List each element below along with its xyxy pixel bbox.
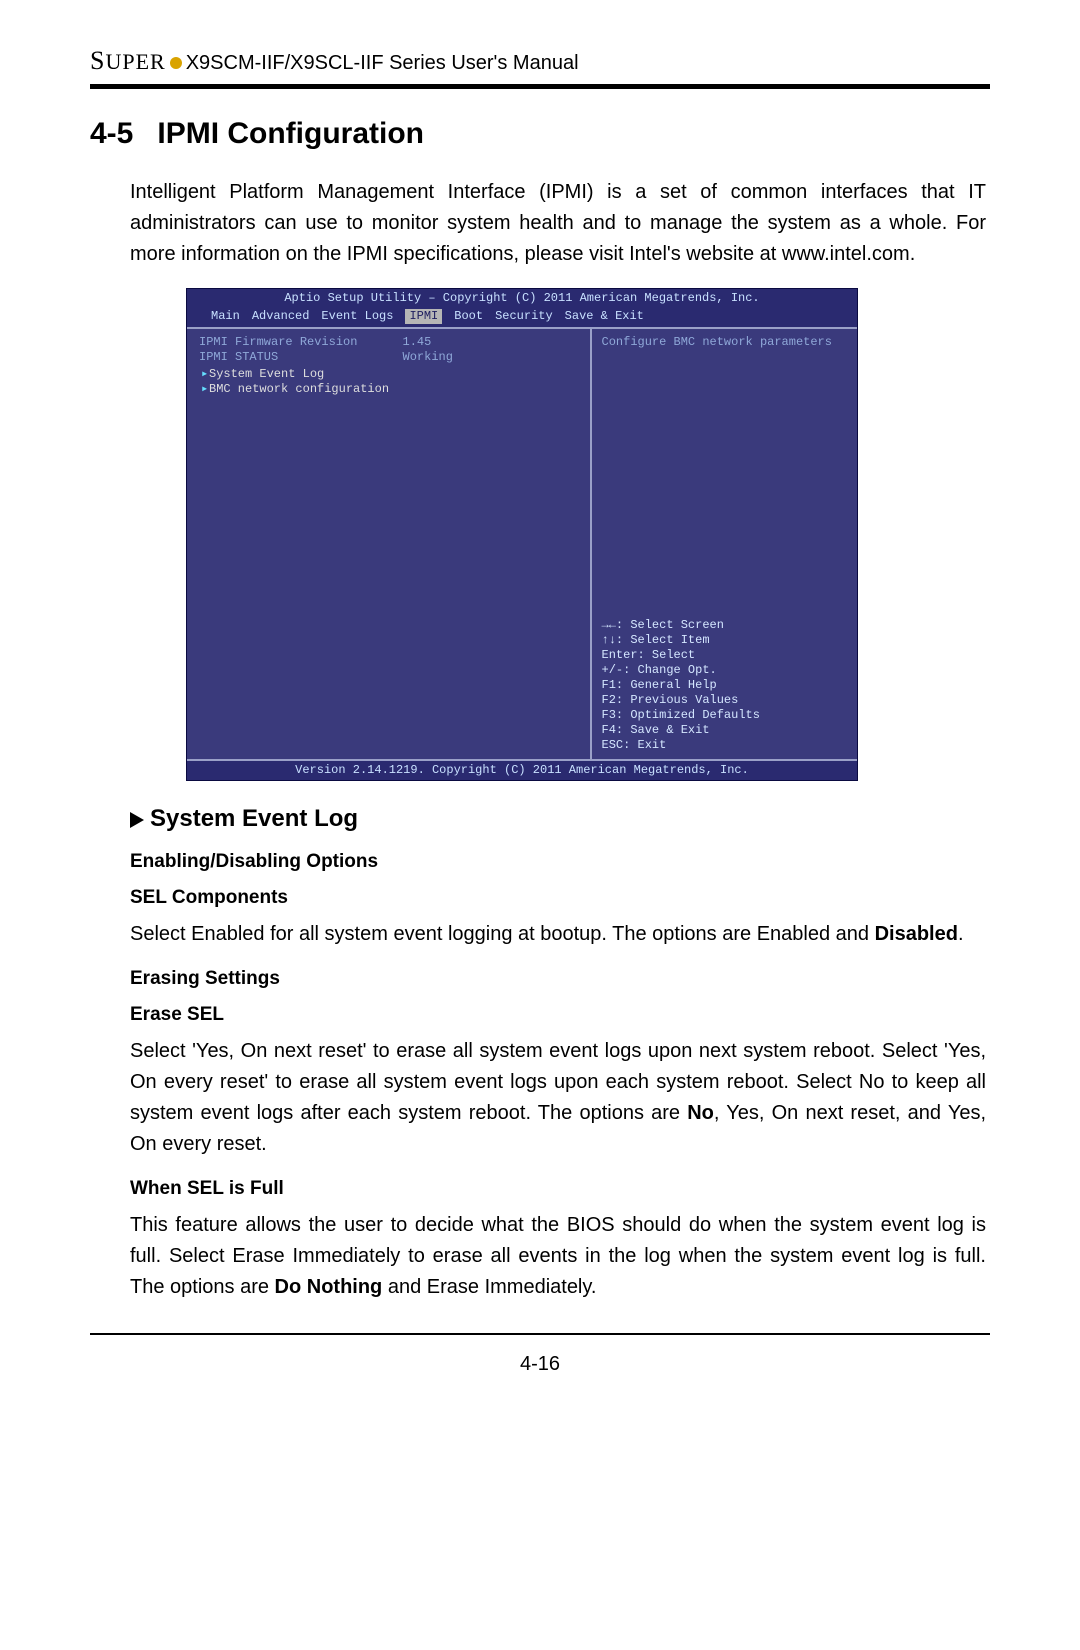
bios-menu-boot[interactable]: Boot [454,309,483,324]
bios-status-value: Working [403,350,580,365]
option-description: Select Enabled for all system event logg… [130,919,986,950]
option-group-heading: Erasing Settings [130,968,986,990]
section-title: IPMI Configuration [157,117,424,150]
bios-key-line: Enter: Select [602,648,847,663]
bios-key-line: ↑↓: Select Item [602,633,847,648]
page-number: 4-16 [90,1353,990,1376]
bios-menu-ipmi[interactable]: IPMI [405,309,442,324]
default-option: Do Nothing [275,1276,383,1298]
bios-left-panel: IPMI Firmware Revision 1.45 IPMI STATUS … [187,329,592,759]
triangle-right-icon [130,812,144,828]
section-heading: 4-5 IPMI Configuration [90,117,990,151]
bios-key-line: F4: Save & Exit [602,723,847,738]
bios-help-text: Configure BMC network parameters [602,335,847,350]
option-group-heading: Enabling/Disabling Options [130,851,986,873]
bios-title-bar: Aptio Setup Utility – Copyright (C) 2011… [187,289,857,308]
bios-right-panel: Configure BMC network parameters →←: Sel… [592,329,857,759]
bios-screenshot: Aptio Setup Utility – Copyright (C) 2011… [186,288,856,781]
subsection-heading: System Event Log [130,805,986,833]
bios-key-line: F3: Optimized Defaults [602,708,847,723]
manual-title: X9SCM-IIF/X9SCL-IIF Series User's Manual [186,52,579,75]
bios-menu-security[interactable]: Security [495,309,553,324]
footer-rule [90,1333,990,1335]
brand-dot-icon [170,57,182,69]
page-header: SSUPERUPER X9SCM-IIF/X9SCL-IIF Series Us… [90,46,990,76]
bios-key-help: →←: Select Screen ↑↓: Select Item Enter:… [602,618,847,753]
option-description: Select 'Yes, On next reset' to erase all… [130,1036,986,1160]
bios-submenu-bmc[interactable]: BMC network configuration [209,382,389,396]
triangle-right-icon: ▸ [201,367,208,382]
bios-key-line: ESC: Exit [602,738,847,753]
section-intro: Intelligent Platform Management Interfac… [130,177,986,270]
bios-key-line: →←: Select Screen [602,618,847,633]
option-name: Erase SEL [130,1004,986,1026]
bios-menu-saveexit[interactable]: Save & Exit [565,309,644,324]
bios-firmware-label: IPMI Firmware Revision [199,335,403,350]
triangle-right-icon: ▸ [201,382,208,397]
bios-version-bar: Version 2.14.1219. Copyright (C) 2011 Am… [187,761,857,780]
bios-firmware-value: 1.45 [403,335,580,350]
bios-key-line: +/-: Change Opt. [602,663,847,678]
bios-menu-advanced[interactable]: Advanced [252,309,310,324]
bios-key-line: F1: General Help [602,678,847,693]
option-description: This feature allows the user to decide w… [130,1210,986,1303]
manual-page: SSUPERUPER X9SCM-IIF/X9SCL-IIF Series Us… [0,0,1080,1650]
header-rule [90,84,990,89]
default-option: No [687,1102,714,1124]
brand-logo: SSUPERUPER [90,46,166,76]
bios-submenu-sel[interactable]: System Event Log [209,367,324,381]
bios-menu-main[interactable]: Main [211,309,240,324]
section-number: 4-5 [90,117,133,150]
bios-status-label: IPMI STATUS [199,350,403,365]
bios-menu-bar: Main Advanced Event Logs IPMI Boot Secur… [187,308,857,327]
bios-menu-eventlogs[interactable]: Event Logs [321,309,393,324]
subsection-title: System Event Log [150,805,358,832]
bios-info-row: IPMI STATUS Working [199,350,580,365]
option-name: When SEL is Full [130,1178,986,1200]
option-name: SEL Components [130,887,986,909]
bios-key-line: F2: Previous Values [602,693,847,708]
default-option: Disabled [875,923,958,945]
bios-info-row: IPMI Firmware Revision 1.45 [199,335,580,350]
